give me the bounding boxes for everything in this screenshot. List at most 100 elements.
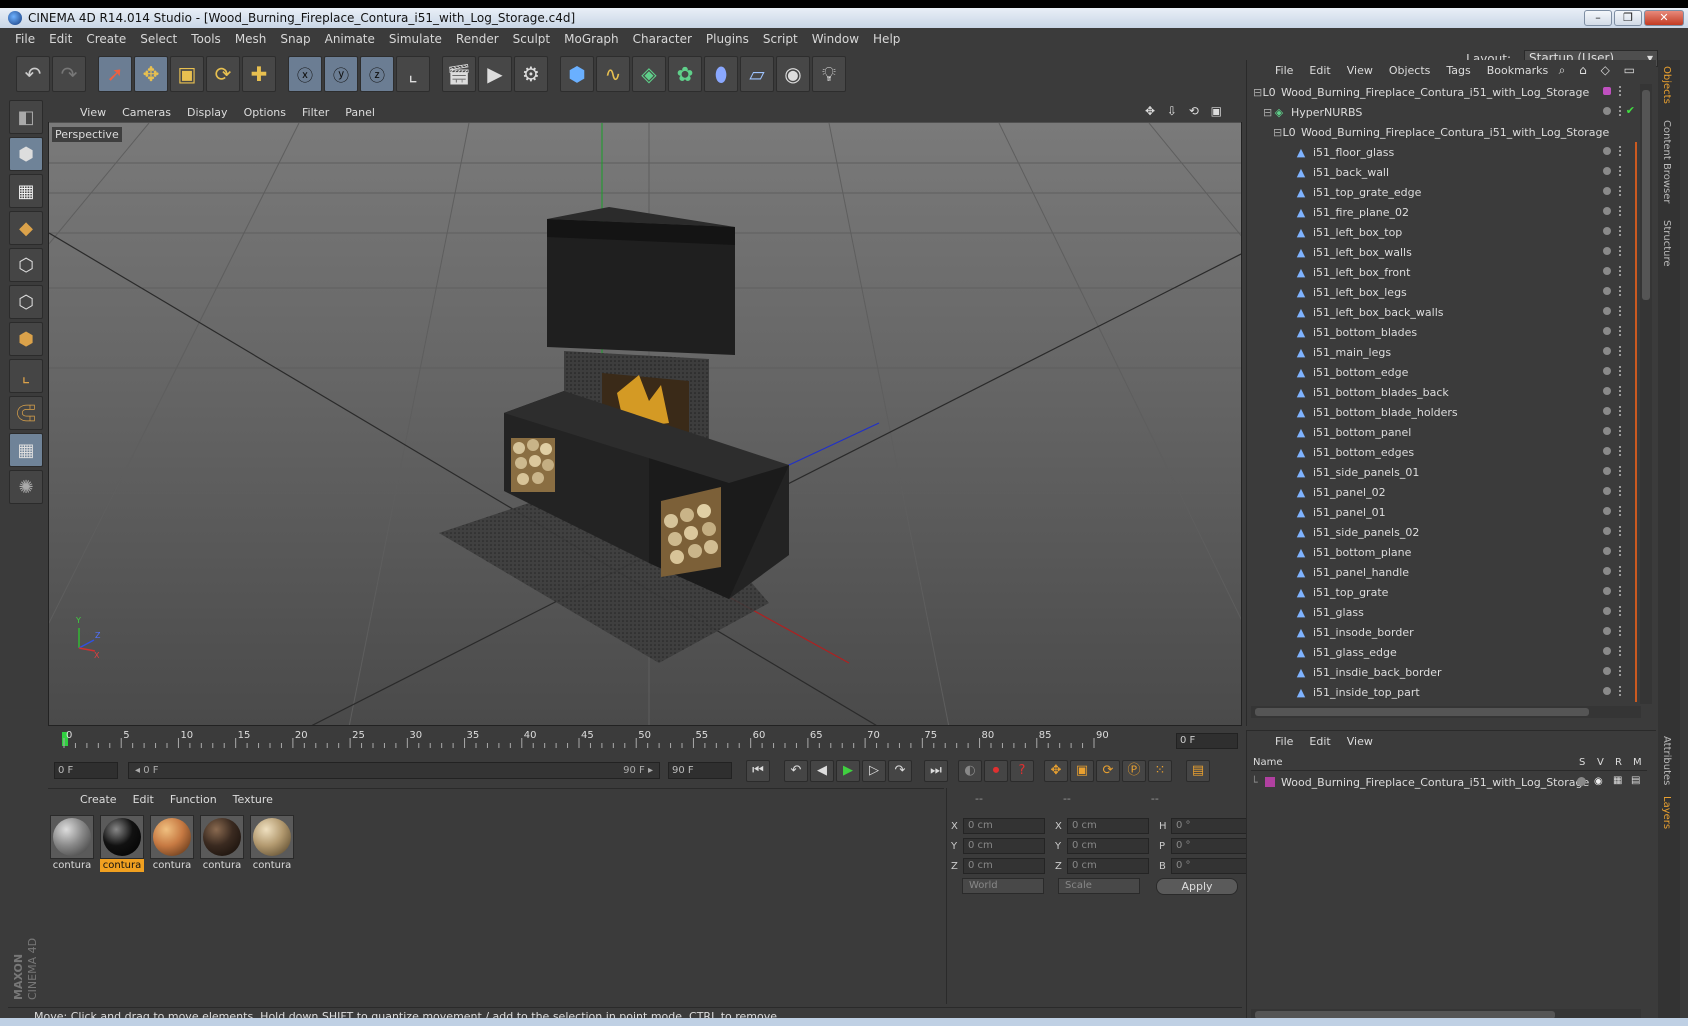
- layers-menu-view[interactable]: View: [1339, 735, 1381, 748]
- position-z-field[interactable]: 0 cm: [963, 858, 1045, 874]
- render-dot-icon[interactable]: [1619, 326, 1623, 336]
- undo-button[interactable]: ↶: [16, 56, 50, 92]
- render-dot-icon[interactable]: [1619, 646, 1623, 656]
- add-deformer-button[interactable]: ⬮: [704, 56, 738, 92]
- object-tree-horizontal-scrollbar[interactable]: [1251, 706, 1641, 718]
- coordinate-system-button[interactable]: ⌞: [396, 56, 430, 92]
- visibility-dot-icon[interactable]: [1603, 327, 1611, 335]
- visibility-dot-icon[interactable]: [1603, 367, 1611, 375]
- layers-menu-file[interactable]: File: [1267, 735, 1301, 748]
- make-editable-button[interactable]: ◧: [9, 100, 43, 134]
- visibility-dot-icon[interactable]: [1603, 427, 1611, 435]
- viewport-menu-filter[interactable]: Filter: [294, 106, 337, 119]
- perspective-viewport[interactable]: Perspective Y Z X: [48, 102, 1242, 726]
- x-axis-button[interactable]: ⓧ: [288, 56, 322, 92]
- objects-menu-objects[interactable]: Objects: [1381, 64, 1439, 77]
- workplane-mode-button[interactable]: ◆: [9, 211, 43, 245]
- side-tab-layers[interactable]: Layers: [1661, 796, 1672, 829]
- scene-canvas[interactable]: Y Z X: [49, 123, 1242, 726]
- menu-tools[interactable]: Tools: [184, 32, 228, 46]
- render-dot-icon[interactable]: [1619, 166, 1623, 176]
- side-tab-objects[interactable]: Objects: [1661, 66, 1672, 104]
- y-axis-button[interactable]: ⓨ: [324, 56, 358, 92]
- menu-sculpt[interactable]: Sculpt: [506, 32, 557, 46]
- objects-menu-edit[interactable]: Edit: [1301, 64, 1338, 77]
- tree-row-object[interactable]: ▲ i51_inside_top_part: [1247, 682, 1641, 702]
- render-dot-icon[interactable]: [1619, 666, 1623, 676]
- tree-row-object[interactable]: ▲ i51_bottom_panel: [1247, 422, 1641, 442]
- object-tree-vertical-scrollbar[interactable]: [1640, 84, 1652, 704]
- tree-row-object[interactable]: ▲ i51_left_box_front: [1247, 262, 1641, 282]
- render-dot-icon[interactable]: [1619, 146, 1623, 156]
- objects-menu-view[interactable]: View: [1339, 64, 1381, 77]
- position-x-field[interactable]: 0 cm: [963, 818, 1045, 834]
- next-frame-button[interactable]: ▷: [862, 760, 886, 782]
- scale-tool-button[interactable]: ▣: [170, 56, 204, 92]
- visibility-dot-icon[interactable]: [1603, 247, 1611, 255]
- apply-button[interactable]: Apply: [1156, 878, 1238, 895]
- tree-row-object[interactable]: ▲ i51_glass: [1247, 602, 1641, 622]
- workplane-lock-button[interactable]: ▦: [9, 433, 43, 467]
- key-position-button[interactable]: ✥: [1044, 760, 1068, 782]
- tree-row-object[interactable]: ▲ i51_bottom_blades_back: [1247, 382, 1641, 402]
- tree-row-object[interactable]: ▲ i51_panel_01: [1247, 502, 1641, 522]
- viewport-menu-options[interactable]: Options: [236, 106, 294, 119]
- render-dot-icon[interactable]: [1619, 546, 1623, 556]
- render-dot-icon[interactable]: [1619, 266, 1623, 276]
- tree-row-object[interactable]: ▲ i51_side_panels_01: [1247, 462, 1641, 482]
- material-menu-function[interactable]: Function: [162, 793, 225, 806]
- menu-mograph[interactable]: MoGraph: [557, 32, 626, 46]
- previous-frame-button[interactable]: ◀: [810, 760, 834, 782]
- visibility-dot-icon[interactable]: [1603, 207, 1611, 215]
- tree-row-object[interactable]: ▲ i51_bottom_edge: [1247, 362, 1641, 382]
- visibility-dot-icon[interactable]: [1603, 527, 1611, 535]
- render-dot-icon[interactable]: [1619, 246, 1623, 256]
- menu-simulate[interactable]: Simulate: [382, 32, 449, 46]
- object-manager-tool-icons[interactable]: ⌕ ⌂ ◇ ▭: [1551, 63, 1648, 78]
- recent-tool-button[interactable]: ✚: [242, 56, 276, 92]
- menu-script[interactable]: Script: [756, 32, 805, 46]
- key-scale-button[interactable]: ▣: [1070, 760, 1094, 782]
- maximize-button[interactable]: ❐: [1614, 10, 1642, 26]
- z-axis-button[interactable]: ⓩ: [360, 56, 394, 92]
- render-dot-icon[interactable]: [1619, 526, 1623, 536]
- tree-row-object[interactable]: ▲ i51_side_panels_02: [1247, 522, 1641, 542]
- menu-window[interactable]: Window: [805, 32, 866, 46]
- visibility-dot-icon[interactable]: [1603, 227, 1611, 235]
- tree-row-object[interactable]: ▲ i51_top_grate_edge: [1247, 182, 1641, 202]
- solo-toggle-icon[interactable]: [1577, 777, 1586, 786]
- points-mode-button[interactable]: ⬡: [9, 248, 43, 282]
- tree-row-object[interactable]: ▲ i51_insode_border: [1247, 622, 1641, 642]
- model-mode-button[interactable]: ⬢: [9, 137, 43, 171]
- tree-row-object[interactable]: ▲ i51_left_box_walls: [1247, 242, 1641, 262]
- tree-row-object[interactable]: ▲ i51_top_grate: [1247, 582, 1641, 602]
- size-z-field[interactable]: 0 cm: [1067, 858, 1149, 874]
- layer-row[interactable]: └ Wood_Burning_Fireplace_Contura_i51_wit…: [1251, 773, 1647, 791]
- visibility-dot-icon[interactable]: [1603, 447, 1611, 455]
- tree-row-group[interactable]: ⊟ L0 Wood_Burning_Fireplace_Contura_i51_…: [1247, 122, 1641, 142]
- menu-render[interactable]: Render: [449, 32, 506, 46]
- rotate-tool-button[interactable]: ⟳: [206, 56, 240, 92]
- end-frame-field[interactable]: 90 F: [668, 762, 732, 779]
- menu-character[interactable]: Character: [626, 32, 699, 46]
- rotation-b-field[interactable]: 0 °: [1171, 858, 1253, 874]
- size-x-field[interactable]: 0 cm: [1067, 818, 1149, 834]
- visibility-dot-icon[interactable]: [1603, 287, 1611, 295]
- render-dot-icon[interactable]: [1619, 686, 1623, 696]
- tree-row-object[interactable]: ▲ i51_bottom_blades: [1247, 322, 1641, 342]
- add-camera-button[interactable]: ◉: [776, 56, 810, 92]
- rotation-p-field[interactable]: 0 °: [1171, 838, 1253, 854]
- viewport-nav-icons[interactable]: ✥ ⇩ ⟲ ▣: [1137, 104, 1234, 118]
- menu-help[interactable]: Help: [866, 32, 907, 46]
- go-to-start-button[interactable]: ⏮: [746, 760, 770, 782]
- material-swatch[interactable]: contura: [250, 815, 294, 873]
- visibility-dot-icon[interactable]: [1603, 147, 1611, 155]
- render-dot-icon[interactable]: [1619, 406, 1623, 416]
- tree-row-object[interactable]: ▲ i51_main_legs: [1247, 342, 1641, 362]
- render-dot-icon[interactable]: [1619, 286, 1623, 296]
- render-dot-icon[interactable]: [1619, 346, 1623, 356]
- side-tab-content-browser[interactable]: Content Browser: [1661, 120, 1672, 203]
- menu-edit[interactable]: Edit: [42, 32, 79, 46]
- tree-row-object[interactable]: ▲ i51_left_box_legs: [1247, 282, 1641, 302]
- render-dot-icon[interactable]: [1619, 586, 1623, 596]
